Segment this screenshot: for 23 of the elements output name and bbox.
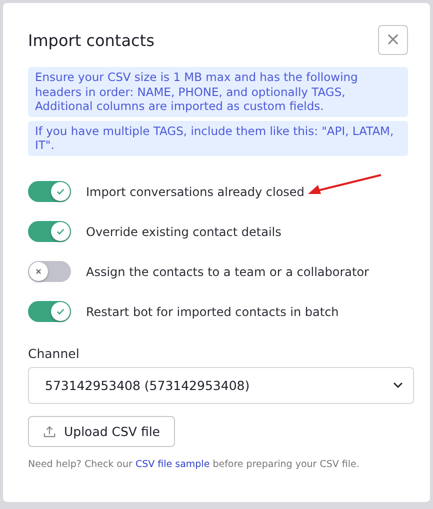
check-icon	[56, 187, 65, 196]
help-text: Need help? Check our CSV file sample before preparing your CSV file.	[28, 458, 360, 470]
cross-icon	[35, 268, 42, 275]
dialog-title: Import contacts	[28, 30, 154, 50]
toggle-switch[interactable]	[28, 301, 71, 322]
sample-link[interactable]: CSV file sample	[135, 458, 210, 470]
option-label: Assign the contacts to a team or a collaborator	[86, 264, 369, 278]
option-label: Import conversations already closed	[86, 184, 304, 198]
toggle-switch[interactable]	[28, 181, 71, 202]
check-icon	[56, 307, 65, 316]
field-label: Channel	[28, 346, 80, 360]
channel-select[interactable]: 573142953408 (573142953408)	[28, 366, 414, 404]
option-label: Override existing contact details	[86, 224, 282, 238]
option-label: Restart bot for imported contacts in batch	[86, 304, 339, 318]
upload-button[interactable]: Upload CSV file	[28, 416, 175, 446]
upload-icon	[43, 424, 56, 438]
toggle-switch[interactable]	[28, 221, 71, 242]
info-notice: Ensure your CSV size is 1 MB max and has the following headers in order: NAME, PHONE, and optionally TAGS, Additional columns are imported as custom fields.	[28, 67, 408, 116]
chevron-down-icon	[393, 382, 403, 388]
close-button[interactable]: ×	[378, 25, 408, 55]
info-notice: If you have multiple TAGS, include them like this: "API, LATAM, IT".	[28, 120, 408, 156]
check-icon	[56, 227, 65, 236]
toggle-switch[interactable]	[28, 261, 71, 282]
